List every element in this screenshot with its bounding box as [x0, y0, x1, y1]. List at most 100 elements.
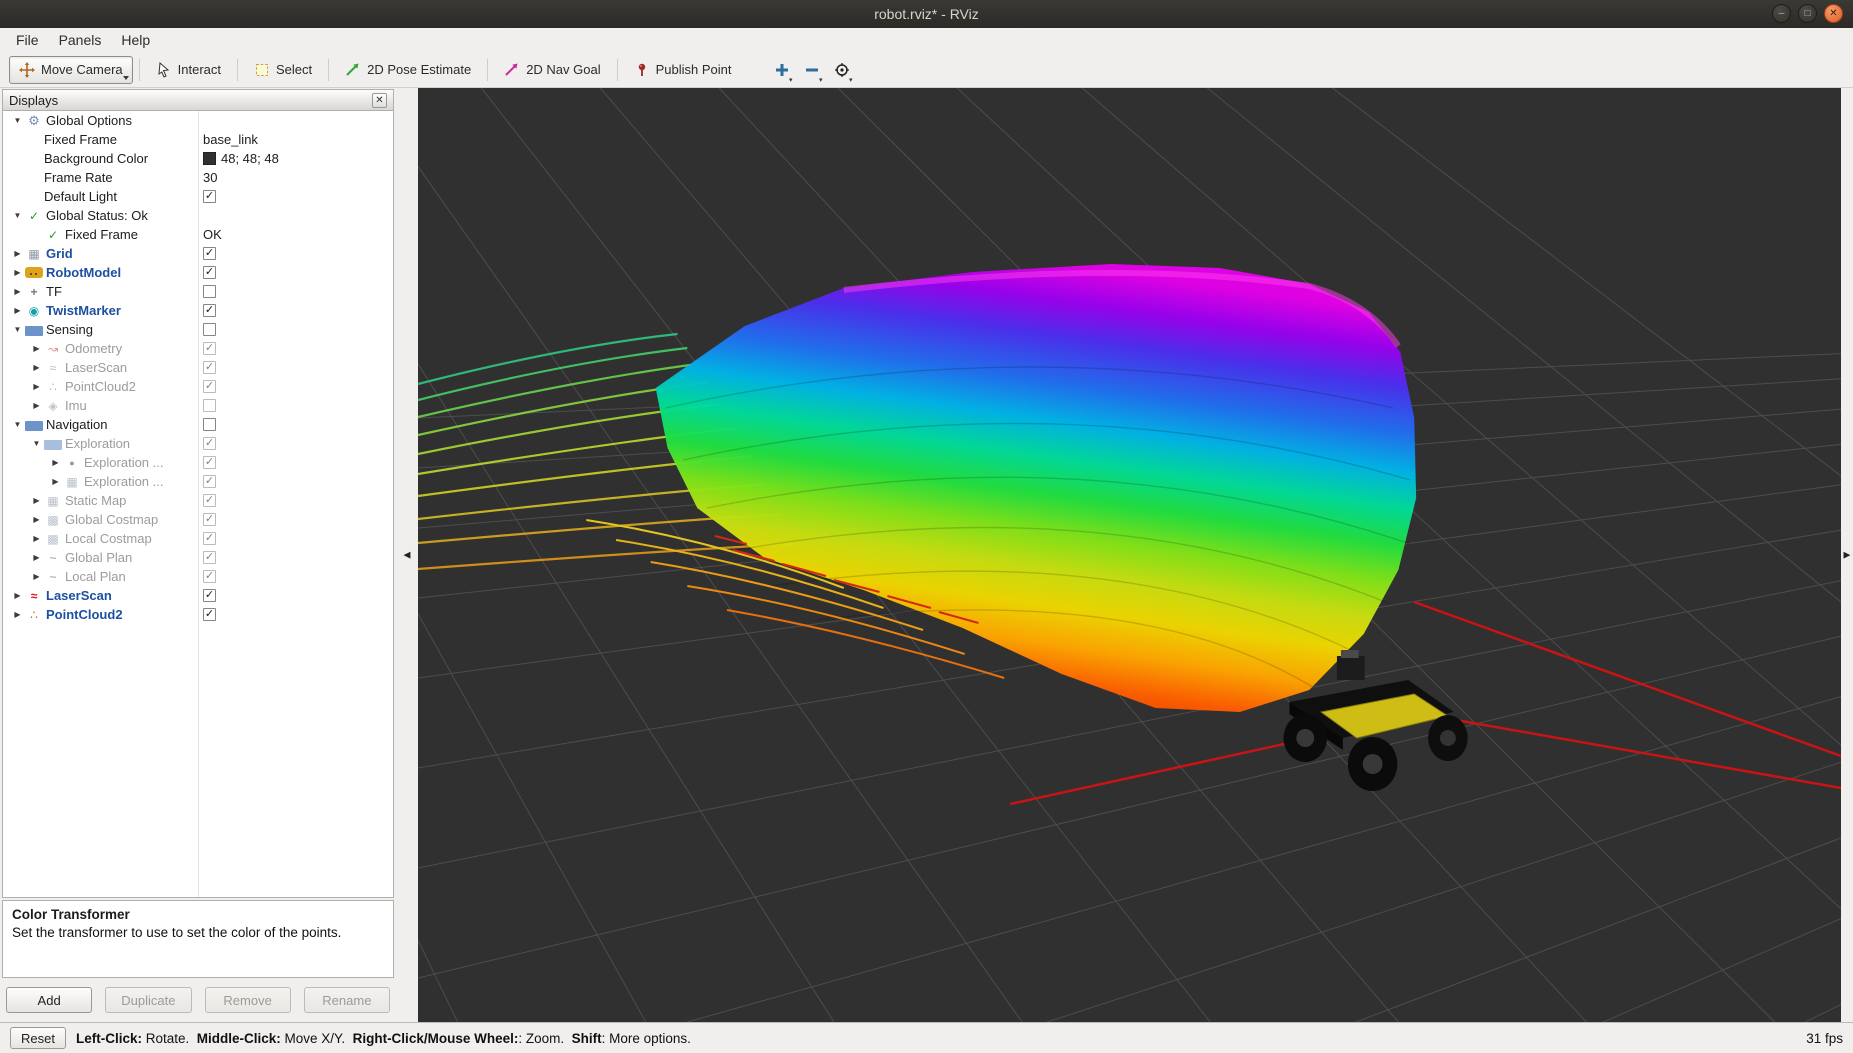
tree-row-property: ▼Navigation — [3, 417, 198, 432]
collapse-icon[interactable]: ▼ — [29, 439, 44, 448]
enabled-checkbox[interactable]: ✓ — [203, 608, 216, 621]
expand-icon[interactable]: ▶ — [29, 515, 44, 524]
display-action-buttons: Add Duplicate Remove Rename — [6, 987, 390, 1013]
help-key: Right-Click/Mouse Wheel: — [353, 1031, 519, 1046]
select-button[interactable]: Select — [244, 56, 322, 84]
nav-goal-button[interactable]: 2D Nav Goal — [494, 56, 610, 84]
tree-row-value: 30 — [198, 170, 393, 185]
enabled-checkbox[interactable] — [203, 418, 216, 431]
tree-label: Exploration — [65, 436, 130, 451]
minimize-button[interactable]: – — [1772, 4, 1791, 23]
3d-viewport[interactable] — [418, 88, 1841, 1022]
expand-icon[interactable]: ▶ — [10, 306, 25, 315]
property-value[interactable]: base_link — [203, 132, 258, 147]
collapse-icon[interactable]: ▼ — [10, 116, 25, 125]
publish-point-button[interactable]: Publish Point — [624, 56, 742, 84]
tree-row-value — [198, 399, 393, 412]
expand-icon[interactable]: ▶ — [48, 477, 63, 486]
enabled-checkbox[interactable]: ✓ — [203, 247, 216, 260]
tree-row-property: Fixed Frame — [3, 132, 198, 147]
expand-icon[interactable]: ▶ — [10, 268, 25, 277]
move-camera-button[interactable]: Move Camera — [9, 56, 133, 84]
expand-icon[interactable]: ▶ — [48, 458, 63, 467]
close-button[interactable]: ✕ — [1824, 4, 1843, 23]
enabled-checkbox[interactable]: ✓ — [203, 570, 216, 583]
expand-icon[interactable]: ▶ — [29, 363, 44, 372]
expand-icon[interactable]: ▶ — [10, 287, 25, 296]
enabled-checkbox[interactable]: ✓ — [203, 494, 216, 507]
enabled-checkbox[interactable]: ✓ — [203, 551, 216, 564]
enabled-checkbox[interactable]: ✓ — [203, 456, 216, 469]
expand-icon[interactable]: ▶ — [29, 553, 44, 562]
enabled-checkbox[interactable]: ✓ — [203, 304, 216, 317]
property-value[interactable]: OK — [203, 227, 222, 242]
collapse-icon[interactable]: ▼ — [10, 211, 25, 220]
panel-splitter[interactable]: ◀ — [396, 88, 418, 1022]
pointcloud-color-icon: ∴ — [25, 607, 43, 623]
remove-tool-button[interactable]: ▾ — [799, 57, 825, 83]
enabled-checkbox[interactable]: ✓ — [203, 437, 216, 450]
tree-row-property: ▶●Exploration ... — [3, 455, 198, 471]
property-value[interactable]: 30 — [203, 170, 217, 185]
expand-icon[interactable]: ▶ — [29, 382, 44, 391]
enabled-checkbox[interactable]: ✓ — [203, 266, 216, 279]
menu-file[interactable]: File — [6, 29, 49, 51]
tree-row-property: ▼✓Global Status: Ok — [3, 208, 198, 224]
tree-label: Sensing — [46, 322, 93, 337]
collapse-icon[interactable]: ▼ — [10, 420, 25, 429]
tree-row-property: ▶~Global Plan — [3, 550, 198, 566]
expand-icon[interactable]: ▶ — [10, 591, 25, 600]
enabled-checkbox[interactable]: ✓ — [203, 190, 216, 203]
remove-display-button[interactable]: Remove — [205, 987, 291, 1013]
collapse-right-icon[interactable]: ▶ — [1844, 550, 1851, 561]
enabled-checkbox[interactable]: ✓ — [203, 361, 216, 374]
expand-icon[interactable]: ▶ — [10, 610, 25, 619]
enabled-checkbox[interactable]: ✓ — [203, 475, 216, 488]
rename-display-button[interactable]: Rename — [304, 987, 390, 1013]
tree-row-value: ✓ — [198, 247, 393, 260]
add-display-button[interactable]: Add — [6, 987, 92, 1013]
focus-camera-button[interactable]: ▾ — [829, 57, 855, 83]
interact-button[interactable]: Interact — [146, 56, 231, 84]
duplicate-display-button[interactable]: Duplicate — [105, 987, 191, 1013]
menu-panels[interactable]: Panels — [49, 29, 112, 51]
right-splitter[interactable]: ▶ — [1841, 88, 1853, 1022]
pose-estimate-button[interactable]: 2D Pose Estimate — [335, 56, 481, 84]
enabled-checkbox[interactable] — [203, 323, 216, 336]
enabled-checkbox[interactable]: ✓ — [203, 342, 216, 355]
window-title: robot.rviz* - RViz — [874, 6, 979, 22]
enabled-checkbox[interactable]: ✓ — [203, 513, 216, 526]
expand-icon[interactable]: ▶ — [10, 249, 25, 258]
enabled-checkbox[interactable]: ✓ — [203, 380, 216, 393]
enabled-checkbox[interactable] — [203, 285, 216, 298]
tree-label: Imu — [65, 398, 87, 413]
color-swatch[interactable] — [203, 152, 216, 165]
add-tool-button[interactable]: ▾ — [769, 57, 795, 83]
enabled-checkbox[interactable] — [203, 399, 216, 412]
property-column-divider[interactable] — [198, 111, 199, 897]
imu-icon: ◈ — [44, 398, 62, 414]
titlebar[interactable]: robot.rviz* - RViz – □ ✕ — [0, 0, 1853, 28]
reset-button[interactable]: Reset — [10, 1027, 66, 1049]
collapse-icon[interactable]: ▼ — [10, 325, 25, 334]
maximize-button[interactable]: □ — [1798, 4, 1817, 23]
property-value[interactable]: 48; 48; 48 — [221, 151, 279, 166]
displays-panel-header[interactable]: Displays ✕ — [2, 89, 394, 111]
expand-icon[interactable]: ▶ — [29, 572, 44, 581]
expand-icon[interactable]: ▶ — [29, 401, 44, 410]
costmap-icon: ▩ — [44, 512, 62, 528]
panel-close-icon[interactable]: ✕ — [372, 93, 387, 108]
menu-help[interactable]: Help — [111, 29, 160, 51]
expand-icon[interactable]: ▶ — [29, 496, 44, 505]
expand-icon[interactable]: ▶ — [29, 344, 44, 353]
toolbar-separator — [328, 59, 329, 81]
toolbar-separator — [487, 59, 488, 81]
tree-row-property: ▼ Exploration — [3, 436, 198, 451]
expand-icon[interactable]: ▶ — [29, 534, 44, 543]
collapse-left-icon[interactable]: ◀ — [404, 550, 411, 561]
enabled-checkbox[interactable]: ✓ — [203, 532, 216, 545]
enabled-checkbox[interactable]: ✓ — [203, 589, 216, 602]
tree-label: Odometry — [65, 341, 122, 356]
dropdown-indicator-icon: ▾ — [789, 76, 793, 84]
folder-icon — [25, 421, 43, 431]
